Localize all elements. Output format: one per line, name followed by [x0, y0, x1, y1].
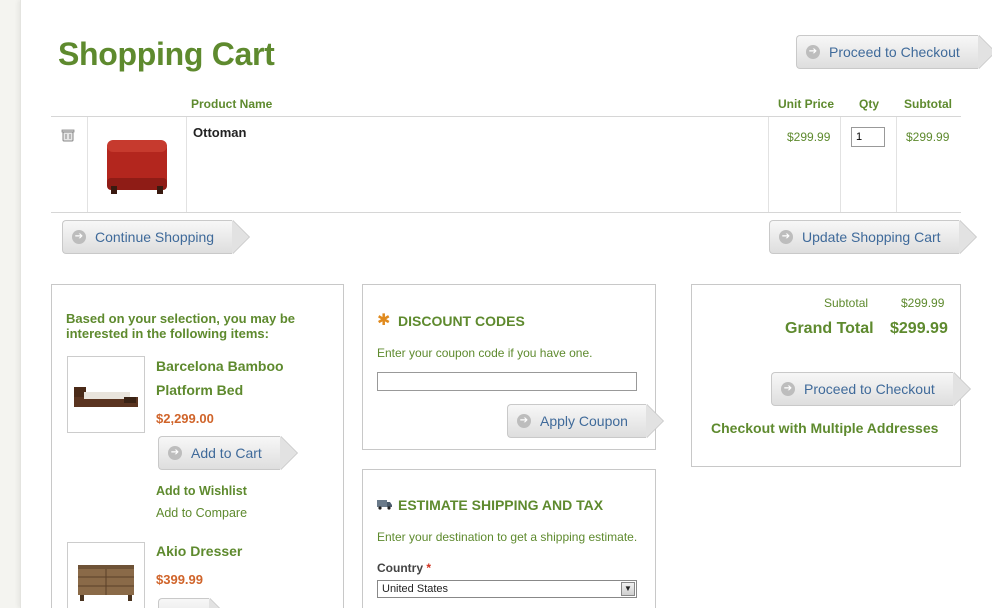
arrow-circle-icon: ➔ [517, 414, 531, 428]
country-label-text: Country [377, 561, 423, 575]
asterisk-icon: ✱ [377, 312, 391, 329]
add-to-wishlist-link[interactable]: Add to Wishlist [156, 484, 247, 498]
update-cart-label: Update Shopping Cart [802, 229, 941, 245]
arrow-circle-icon: ➔ [168, 446, 182, 460]
bed-image [74, 387, 138, 407]
chevron-down-icon[interactable]: ▼ [621, 582, 635, 596]
proceed-to-checkout-top-label: Proceed to Checkout [829, 44, 960, 60]
proceed-to-checkout-top-button[interactable]: ➔ Proceed to Checkout [796, 35, 992, 69]
crosssell-title: Based on your selection, you may be inte… [66, 311, 296, 341]
crosssell-item-price: $2,299.00 [156, 411, 214, 426]
dresser-image [78, 565, 134, 601]
shipping-text: Enter your destination to get a shipping… [377, 530, 638, 544]
crosssell-item-price: $399.99 [156, 572, 203, 587]
add-to-cart-button[interactable]: ➔ [158, 598, 227, 608]
crosssell-item-name[interactable]: Akio Dresser [156, 539, 242, 563]
truck-icon [377, 500, 392, 510]
row-divider [840, 117, 841, 212]
row-subtotal: $299.99 [906, 130, 950, 144]
subtotal-value: $299.99 [901, 296, 945, 310]
apply-coupon-label: Apply Coupon [540, 413, 628, 429]
table-header-divider [51, 116, 961, 117]
shipping-title: ESTIMATE SHIPPING AND TAX [398, 497, 604, 513]
unit-price: $299.99 [787, 130, 831, 144]
crosssell-item-name[interactable]: Barcelona Bamboo Platform Bed [156, 354, 284, 402]
arrow-circle-icon: ➔ [781, 382, 795, 396]
country-select-value: United States [382, 583, 449, 595]
page-title: Shopping Cart [58, 36, 275, 72]
discount-title: DISCOUNT CODES [398, 313, 525, 329]
product-name[interactable]: Ottoman [193, 125, 246, 140]
arrow-circle-icon: ➔ [779, 230, 793, 244]
bed-thumbnail[interactable] [67, 356, 145, 433]
table-bottom-divider [51, 212, 961, 213]
discount-text: Enter your coupon code if you have one. [377, 346, 593, 360]
crosssell-item-name-line: Platform Bed [156, 382, 244, 398]
row-divider [186, 117, 187, 212]
update-cart-button[interactable]: ➔ Update Shopping Cart [769, 220, 977, 254]
ottoman-image[interactable] [103, 134, 171, 196]
country-label: Country * [377, 561, 431, 575]
row-divider [768, 117, 769, 212]
dresser-thumbnail[interactable] [67, 542, 145, 608]
row-divider [87, 117, 88, 212]
col-header-qty: Qty [859, 97, 880, 111]
col-header-subtotal: Subtotal [904, 97, 952, 111]
qty-input[interactable] [851, 127, 885, 147]
remove-item-icon[interactable] [61, 128, 75, 142]
arrow-circle-icon: ➔ [72, 230, 86, 244]
grand-total-label: Grand Total [785, 320, 874, 337]
subtotal-label: Subtotal [824, 296, 869, 310]
col-header-product-name: Product Name [191, 97, 273, 111]
proceed-to-checkout-label: Proceed to Checkout [804, 381, 935, 397]
row-divider [896, 117, 897, 212]
page: Shopping Cart ➔ Proceed to Checkout Prod… [20, 0, 992, 608]
continue-shopping-label: Continue Shopping [95, 229, 215, 245]
arrow-circle-icon: ➔ [806, 45, 820, 59]
add-to-compare-link[interactable]: Add to Compare [156, 506, 247, 520]
country-select[interactable]: United States ▼ [377, 580, 637, 598]
crosssell-item-name-line: Barcelona Bamboo [156, 358, 284, 374]
col-header-unit-price: Unit Price [778, 97, 835, 111]
add-to-cart-button[interactable]: ➔ Add to Cart [158, 436, 298, 470]
required-mark: * [426, 561, 432, 575]
grand-total-value: $299.99 [890, 320, 948, 337]
proceed-to-checkout-button[interactable]: ➔ Proceed to Checkout [771, 372, 971, 406]
multi-address-checkout-link[interactable]: Checkout with Multiple Addresses [711, 420, 938, 436]
coupon-input[interactable] [377, 372, 637, 391]
continue-shopping-button[interactable]: ➔ Continue Shopping [62, 220, 251, 254]
add-to-cart-label: Add to Cart [191, 445, 262, 461]
apply-coupon-button[interactable]: ➔ Apply Coupon [507, 404, 664, 438]
